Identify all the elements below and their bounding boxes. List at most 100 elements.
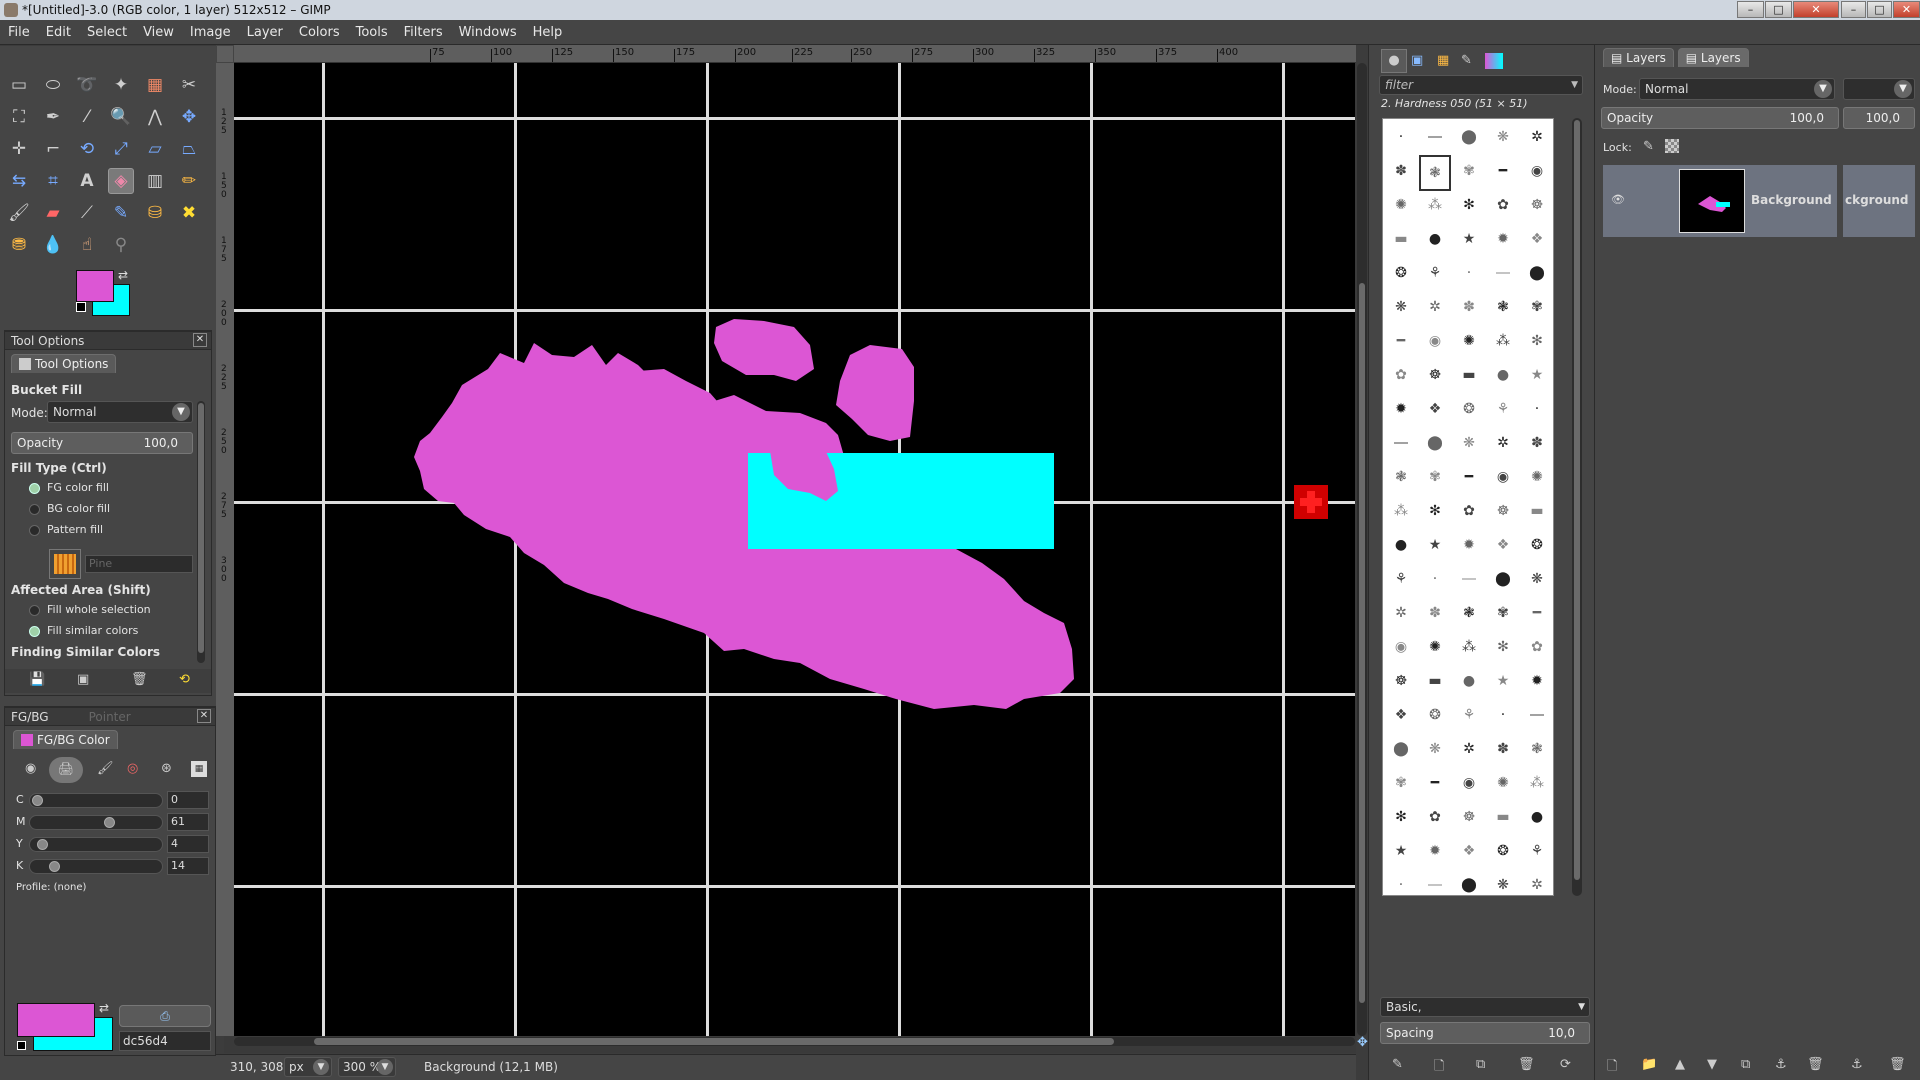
anchor-layer-icon-2[interactable]: ⚓ bbox=[1851, 1057, 1863, 1072]
brush-item[interactable]: ⁂ bbox=[1385, 495, 1417, 527]
brush-item[interactable]: ☸ bbox=[1419, 359, 1451, 391]
brush-item[interactable]: ● bbox=[1521, 801, 1553, 833]
menu-tools[interactable]: Tools bbox=[348, 20, 396, 45]
brush-item[interactable]: ⬤ bbox=[1453, 869, 1485, 895]
menu-layer[interactable]: Layer bbox=[239, 20, 291, 45]
brush-item[interactable]: ― bbox=[1419, 121, 1451, 153]
brush-item[interactable]: ― bbox=[1419, 869, 1451, 895]
channel-m-value[interactable]: 61 bbox=[167, 813, 209, 831]
brush-item[interactable]: ━ bbox=[1487, 155, 1519, 187]
menu-image[interactable]: Image bbox=[182, 20, 239, 45]
dock-close-icon[interactable]: ✕ bbox=[197, 709, 211, 723]
brush-item[interactable]: ★ bbox=[1453, 223, 1485, 255]
fonts-tab-icon[interactable]: ✎ bbox=[1461, 53, 1472, 68]
delete-brush-icon[interactable]: 🗑 bbox=[1518, 1057, 1535, 1072]
brush-item[interactable]: ❂ bbox=[1419, 699, 1451, 731]
close-button-2[interactable]: ✕ bbox=[1893, 1, 1920, 18]
menu-colors[interactable]: Colors bbox=[291, 20, 348, 45]
brush-item[interactable]: · bbox=[1487, 699, 1519, 731]
brush-item[interactable]: ━ bbox=[1385, 325, 1417, 357]
brush-item[interactable]: ✹ bbox=[1487, 223, 1519, 255]
brush-item[interactable]: ⬤ bbox=[1453, 121, 1485, 153]
layers-mode-combo[interactable]: Normal ▼ bbox=[1639, 78, 1835, 100]
brush-item[interactable]: ⚘ bbox=[1385, 563, 1417, 595]
brush-item[interactable]: ▬ bbox=[1521, 495, 1553, 527]
brush-item[interactable]: ⚘ bbox=[1419, 257, 1451, 289]
close-button[interactable]: ✕ bbox=[1793, 1, 1839, 18]
brush-item[interactable]: ● bbox=[1419, 223, 1451, 255]
menu-file[interactable]: File bbox=[0, 20, 38, 45]
perspective-icon[interactable]: ⏢ bbox=[176, 136, 202, 162]
rotate-icon[interactable]: ⟲ bbox=[74, 136, 100, 162]
channel-y-knob[interactable] bbox=[36, 839, 48, 850]
brush-item[interactable]: ★ bbox=[1521, 359, 1553, 391]
fuzzy-select-icon[interactable]: ✦ bbox=[108, 72, 134, 98]
channel-m-slider[interactable] bbox=[29, 815, 163, 830]
brush-item[interactable]: ⬤ bbox=[1521, 257, 1553, 289]
channel-y-value[interactable]: 4 bbox=[167, 835, 209, 853]
brush-item[interactable]: ━ bbox=[1419, 767, 1451, 799]
brush-item[interactable]: ❋ bbox=[1521, 563, 1553, 595]
menu-windows[interactable]: Windows bbox=[451, 20, 525, 45]
brush-item[interactable]: ❂ bbox=[1385, 257, 1417, 289]
channel-y-slider[interactable] bbox=[29, 837, 163, 852]
new-layer-group-icon[interactable]: 📁 bbox=[1641, 1057, 1657, 1072]
brush-item[interactable]: ☸ bbox=[1385, 665, 1417, 697]
brush-item[interactable]: · bbox=[1385, 869, 1417, 895]
blur-icon[interactable]: 💧 bbox=[40, 232, 66, 258]
tab-fgbg-color[interactable]: FG/BG Color bbox=[13, 730, 118, 749]
lock-alpha-icon[interactable] bbox=[1665, 139, 1679, 153]
brush-item[interactable]: ✻ bbox=[1521, 325, 1553, 357]
triangle-icon[interactable]: ⊛ bbox=[161, 761, 172, 776]
brush-item[interactable]: ✿ bbox=[1385, 359, 1417, 391]
brush-item[interactable]: ✾ bbox=[1521, 291, 1553, 323]
brushes-scroll-thumb[interactable] bbox=[1574, 120, 1580, 880]
brush-item[interactable]: ✽ bbox=[1385, 155, 1417, 187]
layer-row-background[interactable]: 👁 Background bbox=[1603, 165, 1837, 237]
pointer-dock-tab[interactable]: Pointer bbox=[89, 710, 131, 724]
brush-item[interactable]: ― bbox=[1487, 257, 1519, 289]
brush-item[interactable]: ✲ bbox=[1453, 733, 1485, 765]
brush-item[interactable]: ✻ bbox=[1453, 189, 1485, 221]
smudge-icon[interactable]: ☝ bbox=[74, 232, 100, 258]
brush-item[interactable]: ☸ bbox=[1487, 495, 1519, 527]
edit-brush-icon[interactable]: ✎ bbox=[1392, 1057, 1403, 1072]
swap-colors-icon[interactable]: ⇄ bbox=[99, 1001, 109, 1015]
brush-item[interactable]: ✽ bbox=[1487, 733, 1519, 765]
brush-item[interactable]: ❋ bbox=[1419, 733, 1451, 765]
dodge-burn-icon[interactable]: ⚲ bbox=[108, 232, 134, 258]
color-picker-button[interactable]: ⎙ bbox=[119, 1005, 211, 1027]
layers-mode-combo-2[interactable]: ▼ bbox=[1843, 78, 1915, 100]
delete-layer-icon-2[interactable]: 🗑 bbox=[1889, 1057, 1906, 1072]
brush-item[interactable]: ⬤ bbox=[1487, 563, 1519, 595]
brush-item[interactable]: ❃ bbox=[1487, 291, 1519, 323]
brush-item[interactable]: ◉ bbox=[1453, 767, 1485, 799]
pattern-name-field[interactable]: Pine bbox=[85, 555, 193, 573]
vertical-scroll-thumb[interactable] bbox=[1359, 283, 1365, 1003]
brush-item[interactable]: ⁂ bbox=[1521, 767, 1553, 799]
brush-item[interactable]: ― bbox=[1453, 563, 1485, 595]
channel-k-slider[interactable] bbox=[29, 859, 163, 874]
brush-item[interactable]: ✹ bbox=[1419, 835, 1451, 867]
default-colors-icon[interactable] bbox=[76, 302, 86, 312]
paintbrush-icon[interactable]: 🖌 bbox=[6, 200, 32, 226]
rect-select-icon[interactable]: ▭ bbox=[6, 72, 32, 98]
menu-view[interactable]: View bbox=[135, 20, 182, 45]
brush-item[interactable]: ❋ bbox=[1453, 427, 1485, 459]
menu-select[interactable]: Select bbox=[79, 20, 135, 45]
brush-item[interactable]: ❋ bbox=[1487, 121, 1519, 153]
brush-item[interactable]: ― bbox=[1521, 699, 1553, 731]
brush-item[interactable]: ✹ bbox=[1521, 665, 1553, 697]
brush-item[interactable]: ✲ bbox=[1487, 427, 1519, 459]
brush-item[interactable]: ✻ bbox=[1419, 495, 1451, 527]
clone-icon[interactable]: ⛁ bbox=[142, 200, 168, 226]
brush-item[interactable]: ◉ bbox=[1487, 461, 1519, 493]
brush-item[interactable]: ● bbox=[1487, 359, 1519, 391]
lock-pixels-icon[interactable]: ✎ bbox=[1643, 139, 1654, 154]
channel-c-knob[interactable] bbox=[32, 795, 43, 806]
new-layer-icon[interactable]: 🗋 bbox=[1607, 1057, 1617, 1079]
brush-item[interactable]: ❖ bbox=[1521, 223, 1553, 255]
brush-item[interactable]: ✻ bbox=[1487, 631, 1519, 663]
default-colors-icon[interactable] bbox=[17, 1041, 26, 1050]
restore-options-icon[interactable]: ▣ bbox=[77, 672, 89, 687]
